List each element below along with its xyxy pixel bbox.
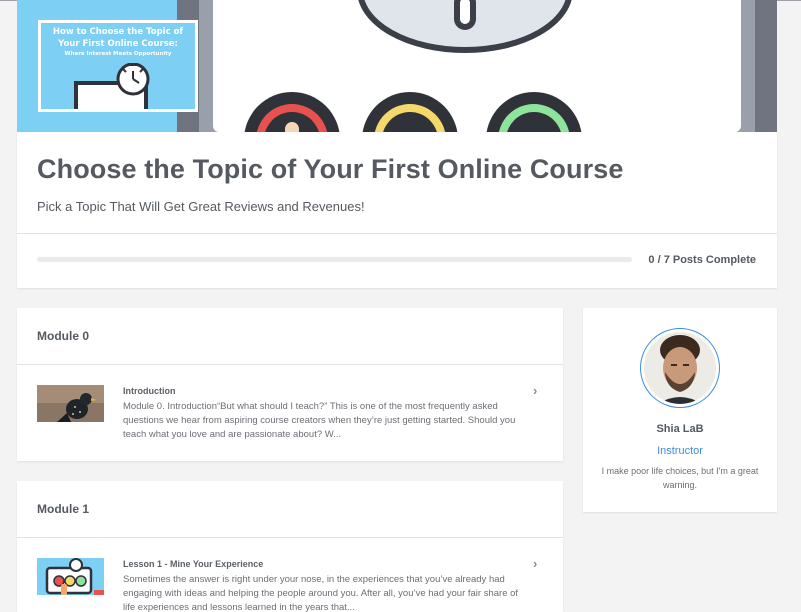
- chevron-right-icon[interactable]: ›: [533, 383, 537, 398]
- traffic-light-thumbnail-icon: [37, 558, 104, 595]
- post-excerpt: Sometimes the answer is right under your…: [123, 574, 519, 612]
- module-card-1: Module 1 Lesson 1 - Mine Your Experience…: [17, 481, 563, 612]
- post-excerpt: Module 0. Introduction“But what should I…: [123, 401, 516, 440]
- course-progress-bar: [37, 257, 632, 262]
- progress-status: 0 / 7 Posts Complete: [648, 254, 756, 266]
- instructor-name: Shia LaB: [656, 423, 704, 435]
- post-row-lesson-1[interactable]: Lesson 1 - Mine Your Experience Sometime…: [17, 538, 563, 612]
- bird-image-icon: [37, 385, 104, 422]
- avatar: [640, 328, 720, 408]
- module-title: Module 1: [37, 502, 90, 516]
- instructor-bio: I make poor life choices, but I'm a grea…: [601, 466, 759, 490]
- instructor-role: Instructor: [657, 445, 703, 457]
- course-hero-banner: How to Choose the Topic of Your First On…: [17, 0, 777, 132]
- course-thumbnail: How to Choose the Topic of Your First On…: [38, 20, 198, 112]
- course-header: Choose the Topic of Your First Online Co…: [17, 132, 777, 288]
- instructor-photo-icon: [644, 332, 716, 404]
- thumbnail-title: How to Choose the Topic of Your First On…: [52, 27, 184, 49]
- thumbnail-subtitle: Where Interest Meets Opportunity: [64, 51, 172, 57]
- page-subtitle: Pick a Topic That Will Get Great Reviews…: [37, 199, 365, 214]
- chevron-right-icon[interactable]: ›: [533, 556, 537, 571]
- post-row-introduction[interactable]: Introduction Module 0. Introduction“But …: [17, 365, 563, 461]
- divider: [17, 233, 777, 234]
- stopwatch-icon: [74, 63, 150, 109]
- post-title: Introduction: [123, 386, 176, 396]
- post-title: Lesson 1 - Mine Your Experience: [123, 559, 264, 569]
- module-title: Module 0: [37, 329, 90, 343]
- post-thumbnail: [37, 558, 104, 595]
- page-title: Choose the Topic of Your First Online Co…: [37, 154, 624, 184]
- instructor-card: Shia LaB Instructor I make poor life cho…: [583, 308, 777, 512]
- module-card-0: Module 0 Introduction Module 0. Introduc…: [17, 308, 563, 461]
- post-thumbnail: [37, 385, 104, 422]
